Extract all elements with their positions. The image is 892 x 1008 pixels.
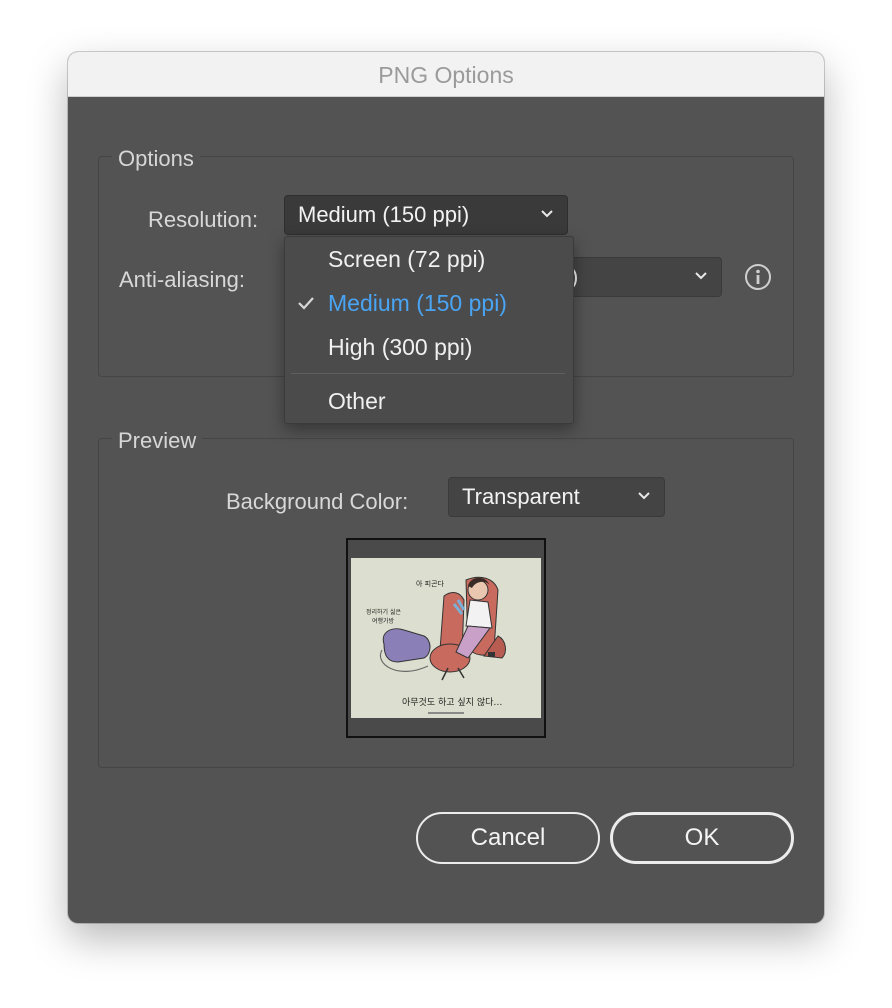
menu-separator — [291, 373, 565, 374]
resolution-label: Resolution: — [148, 207, 259, 232]
preview-image: 아 피곤다 정리하기 싫은 여행가방 아무것도 하고 싶지 않다… — [346, 538, 546, 738]
background-color-select[interactable]: Transparent — [448, 477, 665, 517]
chevron-down-icon — [638, 492, 650, 500]
menu-item-label: Other — [328, 388, 386, 414]
menu-item-label: High (300 ppi) — [328, 334, 473, 360]
info-icon[interactable] — [744, 263, 772, 291]
chevron-down-icon — [695, 272, 707, 280]
window-title: PNG Options — [378, 62, 514, 88]
png-options-dialog: PNG Options Options Resolution: Medium (… — [68, 52, 824, 923]
preview-legend: Preview — [112, 428, 203, 454]
menu-item-other[interactable]: Other — [285, 381, 571, 421]
resolution-select-value: Medium (150 ppi) — [298, 202, 470, 227]
options-legend: Options — [112, 146, 200, 172]
menu-item-high-300[interactable]: High (300 ppi) — [285, 327, 571, 367]
cancel-button[interactable]: Cancel — [416, 812, 600, 864]
illustration-caption: 아무것도 하고 싶지 않다… — [402, 697, 502, 708]
background-color-value: Transparent — [462, 484, 580, 509]
illustration-text-2: 정리하기 싫은 — [366, 608, 402, 616]
menu-item-medium-150[interactable]: Medium (150 ppi) — [285, 283, 571, 323]
background-color-label: Background Color: — [226, 489, 409, 514]
illustration-text-3: 여행가방 — [372, 617, 395, 625]
illustration-text-1: 아 피곤다 — [416, 579, 445, 588]
menu-item-label: Medium (150 ppi) — [328, 290, 507, 316]
resolution-dropdown-menu: Screen (72 ppi) Medium (150 ppi) High (3… — [284, 236, 574, 424]
chevron-down-icon — [541, 210, 553, 218]
resolution-select[interactable]: Medium (150 ppi) — [284, 195, 568, 235]
antialiasing-label: Anti-aliasing: — [119, 267, 245, 292]
preview-illustration: 아 피곤다 정리하기 싫은 여행가방 아무것도 하고 싶지 않다… — [348, 540, 544, 736]
ok-button[interactable]: OK — [610, 812, 794, 864]
title-bar[interactable]: PNG Options — [68, 52, 824, 97]
menu-item-screen-72[interactable]: Screen (72 ppi) — [285, 239, 571, 279]
checkmark-icon — [298, 297, 314, 310]
menu-item-label: Screen (72 ppi) — [328, 246, 486, 272]
